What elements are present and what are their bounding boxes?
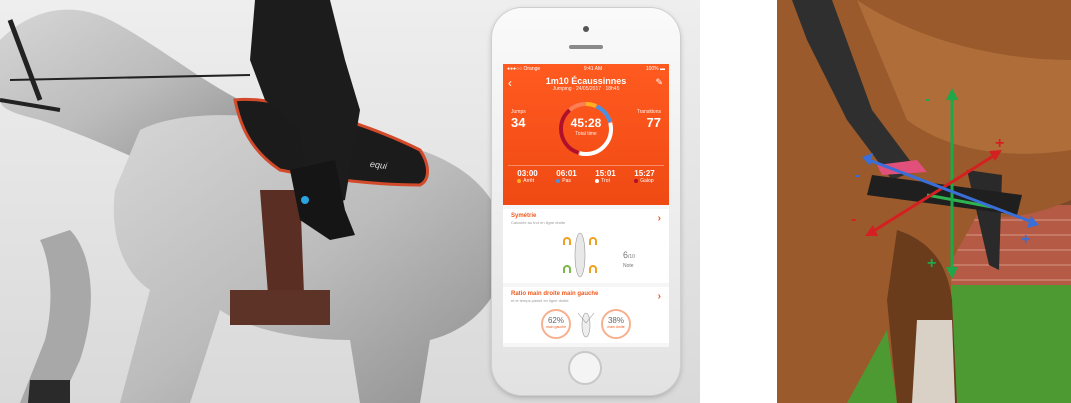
saddle-pad-brand: equi bbox=[369, 158, 388, 172]
green-axis-minus-label: - bbox=[925, 91, 931, 108]
gait-name: Galop bbox=[640, 178, 654, 184]
transitions-value: 77 bbox=[646, 115, 661, 130]
gait-time: 06:01 bbox=[556, 169, 577, 178]
earpiece-speaker bbox=[569, 45, 603, 49]
carrier-label: ●●●○○ Orange bbox=[507, 66, 541, 72]
edit-pencil-icon[interactable]: ✎ bbox=[655, 77, 663, 88]
jumps-stat: Jumps 34 bbox=[511, 109, 526, 130]
total-time-label: Total time bbox=[575, 131, 597, 137]
jumps-label: Jumps bbox=[511, 109, 526, 115]
session-stats: Jumps 34 45:28 Total time Transitions 77 bbox=[503, 95, 669, 165]
ratio-card[interactable]: Ratio main droite main gauche et le temp… bbox=[503, 287, 669, 343]
front-camera bbox=[583, 26, 589, 32]
canter-dot-icon bbox=[634, 179, 639, 183]
horse-top-view-icon bbox=[577, 312, 595, 338]
right-hand-ratio: 38% main droite bbox=[601, 309, 631, 339]
gait-time: 03:00 bbox=[517, 169, 538, 178]
gait-name: Trot bbox=[601, 178, 610, 184]
red-axis-minus-label: - bbox=[851, 211, 857, 228]
trot-dot-icon bbox=[595, 179, 600, 183]
blue-axis-plus-label: + bbox=[1021, 231, 1031, 248]
chevron-right-icon[interactable]: › bbox=[658, 213, 661, 224]
symmetry-body: 6/10 Note bbox=[503, 225, 669, 283]
left-pct-label: main gauche bbox=[545, 325, 567, 329]
chevron-right-icon[interactable]: › bbox=[658, 291, 661, 302]
blue-axis-minus-label: - bbox=[855, 167, 861, 184]
session-title: 1m10 Écaussinnes bbox=[545, 76, 627, 86]
halt-dot-icon bbox=[517, 179, 522, 183]
transitions-label: Transitions bbox=[636, 109, 661, 115]
gait-name: Arrêt bbox=[523, 178, 535, 184]
status-bar: ●●●○○ Orange 9:41 AM 100% ▬ bbox=[503, 64, 669, 73]
gait-time: 15:27 bbox=[634, 169, 655, 178]
red-axis-plus-label: + bbox=[995, 135, 1005, 152]
home-button[interactable] bbox=[568, 351, 602, 385]
right-pct-value: 38% bbox=[607, 316, 624, 325]
clock-label: 9:41 AM bbox=[583, 66, 603, 72]
symmetry-card[interactable]: Symétrie Calculée au trot en ligne droit… bbox=[503, 209, 669, 283]
app-screen: ●●●○○ Orange 9:41 AM 100% ▬ ‹ 1m10 Écaus… bbox=[503, 64, 669, 347]
gait-item-canter: 15:27 Galop bbox=[634, 169, 655, 184]
battery-label: 100% ▬ bbox=[645, 66, 665, 72]
hoof-diagram-icon bbox=[563, 232, 597, 278]
right-pct-label: main droite bbox=[607, 325, 625, 329]
total-time-value: 45:28 bbox=[570, 116, 602, 130]
gait-time: 15:01 bbox=[595, 169, 616, 178]
left-pct-value: 62% bbox=[547, 316, 564, 325]
walk-dot-icon bbox=[556, 179, 561, 183]
transitions-stat: Transitions 77 bbox=[637, 109, 661, 130]
ratio-body: 62% main gauche 38% main droite bbox=[503, 303, 669, 343]
green-axis-plus-label: + bbox=[927, 255, 937, 272]
gait-item-halt: 03:00 Arrêt bbox=[517, 169, 538, 184]
symmetry-title: Symétrie bbox=[511, 213, 537, 219]
left-hand-ratio: 62% main gauche bbox=[541, 309, 571, 339]
ratio-title: Ratio main droite main gauche bbox=[511, 291, 599, 297]
gait-name: Pas bbox=[562, 178, 571, 184]
sensor-axes-illustration bbox=[777, 0, 1071, 403]
symmetry-score: 6/10 Note bbox=[623, 245, 635, 269]
symmetry-score-max: /10 bbox=[628, 254, 635, 260]
gait-breakdown: 03:00 Arrêt 06:01 Pas 15:01 Trot 15:27 G… bbox=[508, 165, 664, 184]
gait-item-walk: 06:01 Pas bbox=[556, 169, 577, 184]
sensor-axes-photo: - + + - - + bbox=[777, 0, 1071, 403]
jumps-value: 34 bbox=[511, 115, 526, 130]
smartphone-mockup: ●●●○○ Orange 9:41 AM 100% ▬ ‹ 1m10 Écaus… bbox=[492, 8, 680, 395]
session-subtitle: Jumping · 24/05/2017 · 18h45 bbox=[552, 86, 620, 92]
session-header: ●●●○○ Orange 9:41 AM 100% ▬ ‹ 1m10 Écaus… bbox=[503, 64, 669, 205]
title-bar: ‹ 1m10 Écaussinnes Jumping · 24/05/2017 … bbox=[503, 73, 669, 95]
gait-item-trot: 15:01 Trot bbox=[595, 169, 616, 184]
symmetry-score-label: Note bbox=[623, 263, 634, 269]
